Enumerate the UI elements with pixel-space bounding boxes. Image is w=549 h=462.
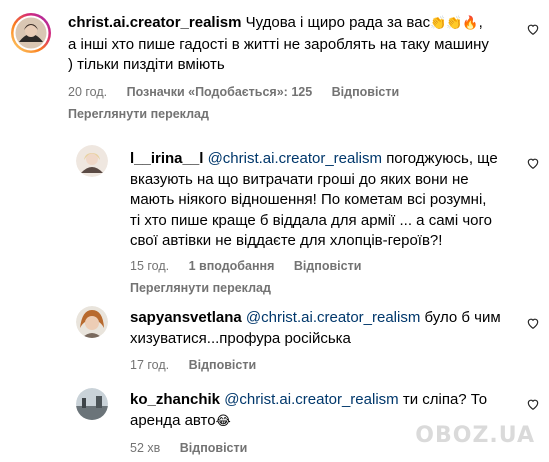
like-icon[interactable] xyxy=(526,316,540,330)
comments-thread: christ.ai.creator_realism Чудова і щиро … xyxy=(0,0,549,462)
comment-emoji-clap-fire: 👏👏🔥 xyxy=(430,16,479,31)
laughing-emoji: 😂 xyxy=(215,413,231,429)
reply-meta: 17 год. Відповісти xyxy=(130,357,272,373)
avatar-l-irina-l[interactable] xyxy=(76,145,108,177)
avatar-sapyansvetlana[interactable] xyxy=(76,306,108,338)
reply-meta: 52 хв Відповісти xyxy=(130,440,263,456)
watermark: OBOZ.UA xyxy=(415,423,535,448)
comment-username[interactable]: christ.ai.creator_realism xyxy=(68,14,241,31)
comment-text-line1: Чудова і щиро рада за вас xyxy=(245,14,431,31)
comment-meta: 20 год. Позначки «Подобається»: 125 Відп… xyxy=(68,84,415,100)
reply-button[interactable]: Відповісти xyxy=(294,259,362,273)
reply-username[interactable]: l__irina__l xyxy=(130,150,203,167)
comment-time[interactable]: 20 год. xyxy=(68,85,107,99)
reply-mention[interactable]: @christ.ai.creator_realism xyxy=(208,150,382,167)
reply-button[interactable]: Відповісти xyxy=(189,358,257,372)
reply-text-line3: мають ніякого відношення! По кометам всі… xyxy=(130,191,487,208)
like-icon[interactable] xyxy=(526,397,540,411)
reply-text-line2: вказують на що витрачати гроші до яких в… xyxy=(130,170,469,188)
reply-meta: 15 год. 1 вподобання Відповісти xyxy=(130,258,377,274)
comment-likes-count[interactable]: Позначки «Подобається»: 125 xyxy=(127,85,313,99)
reply-username[interactable]: sapyansvetlana xyxy=(130,309,242,326)
see-translation-link[interactable]: Переглянути переклад xyxy=(130,280,271,296)
reply-text-line1: було б чим xyxy=(424,309,501,326)
avatar-ko-zhanchik[interactable] xyxy=(76,388,108,420)
comment-body: christ.ai.creator_realism Чудова і щиро … xyxy=(68,13,538,76)
reply-body: l__irina__l @christ.ai.creator_realism п… xyxy=(130,149,530,252)
reply-text-line2: аренда авто xyxy=(130,411,216,429)
see-translation-link[interactable]: Переглянути переклад xyxy=(68,106,209,122)
like-icon[interactable] xyxy=(526,22,540,36)
reply-mention[interactable]: @christ.ai.creator_realism xyxy=(224,391,398,408)
reply-body: sapyansvetlana @christ.ai.creator_realis… xyxy=(130,308,530,349)
like-icon[interactable] xyxy=(526,156,540,170)
reply-text-line5: свої автівки не віддаєте для хлопців-гер… xyxy=(130,232,443,249)
reply-time[interactable]: 17 год. xyxy=(130,358,169,372)
reply-time[interactable]: 52 хв xyxy=(130,441,160,455)
comment-text-line1-end: , xyxy=(478,14,483,31)
comment-text-line3: ) тільки пиздіти вміють xyxy=(68,56,225,73)
reply-mention[interactable]: @christ.ai.creator_realism xyxy=(246,309,420,326)
reply-text-line1: погоджуюсь, ще xyxy=(386,150,498,167)
reply-text-line1: ти сліпа? То xyxy=(402,391,488,408)
reply-time[interactable]: 15 год. xyxy=(130,259,169,273)
avatar-christ-ai-creator-realism[interactable] xyxy=(10,12,52,54)
reply-button[interactable]: Відповісти xyxy=(180,441,248,455)
reply-text-line4: ті хто пише краще б віддала для армії ..… xyxy=(130,211,492,229)
reply-text-line2: хизуватися...профура російська xyxy=(130,329,351,347)
comment-text-line2: а інші хто пише гадості в житті не зароб… xyxy=(68,35,489,53)
reply-username[interactable]: ko_zhanchik xyxy=(130,391,220,408)
reply-button[interactable]: Відповісти xyxy=(332,85,400,99)
reply-likes-count[interactable]: 1 вподобання xyxy=(189,259,275,273)
